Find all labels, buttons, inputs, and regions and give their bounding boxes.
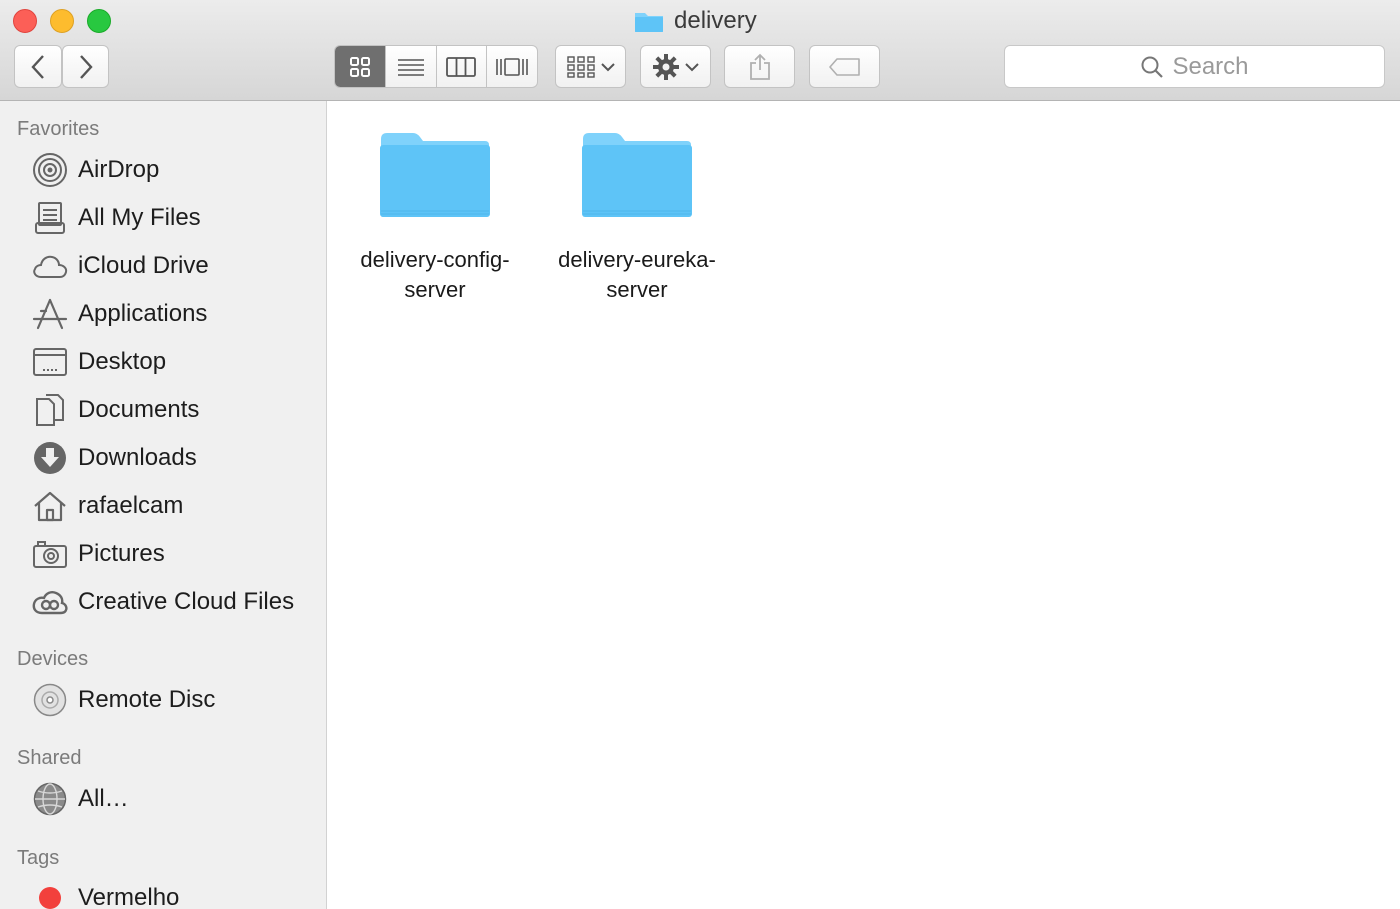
icon-grid-icon bbox=[349, 56, 370, 77]
disc-icon bbox=[30, 680, 70, 720]
folder-item-delivery-config-server[interactable]: delivery-config- server bbox=[340, 131, 530, 305]
file-name: delivery-eureka- server bbox=[558, 245, 716, 305]
chevron-down-icon bbox=[684, 62, 699, 71]
list-view-button[interactable] bbox=[386, 46, 437, 87]
file-name-line: delivery-config- bbox=[360, 247, 510, 272]
sidebar-item-label: Creative Cloud Files bbox=[78, 588, 295, 615]
share-icon bbox=[749, 53, 770, 80]
tag-icon bbox=[828, 57, 860, 76]
cover-flow-view-button[interactable] bbox=[487, 46, 537, 87]
sidebar-item-label: AirDrop bbox=[78, 156, 160, 183]
sidebar-item-label: All… bbox=[78, 785, 129, 812]
finder-window: delivery Search Favorites AirDrop All My… bbox=[0, 0, 1400, 909]
window-title-text: delivery bbox=[674, 7, 757, 34]
forward-button[interactable] bbox=[62, 45, 109, 88]
sidebar-item-all-my-files[interactable]: All My Files bbox=[30, 198, 201, 238]
back-button[interactable] bbox=[14, 45, 62, 88]
sidebar-item-label: All My Files bbox=[78, 204, 201, 231]
sidebar-item-airdrop[interactable]: AirDrop bbox=[30, 150, 159, 190]
desktop-icon bbox=[30, 342, 70, 382]
sidebar-item-tag-vermelho[interactable]: Vermelho bbox=[30, 878, 179, 909]
home-icon bbox=[30, 486, 70, 526]
maximize-window-button[interactable] bbox=[87, 9, 111, 33]
search-input[interactable]: Search bbox=[1004, 45, 1385, 88]
sidebar-item-label: Applications bbox=[78, 300, 208, 327]
sidebar-item-icloud-drive[interactable]: iCloud Drive bbox=[30, 246, 209, 286]
view-mode-control bbox=[334, 45, 538, 88]
chevron-left-icon bbox=[31, 54, 44, 79]
creative-cloud-icon bbox=[30, 582, 70, 622]
sidebar-section-favorites: Favorites bbox=[17, 118, 100, 140]
minimize-window-button[interactable] bbox=[50, 9, 74, 33]
file-name-line: delivery-eureka- bbox=[558, 247, 716, 272]
toolbar: delivery Search bbox=[0, 0, 1400, 101]
sidebar-item-label: Downloads bbox=[78, 444, 197, 471]
sidebar-item-label: Documents bbox=[78, 396, 200, 423]
file-browser-content: delivery-config- server delivery-eureka-… bbox=[328, 101, 1400, 909]
gear-icon bbox=[652, 53, 679, 80]
file-name-line: server bbox=[404, 277, 466, 302]
edit-tags-button[interactable] bbox=[809, 45, 880, 88]
action-button[interactable] bbox=[640, 45, 711, 88]
sidebar-section-devices: Devices bbox=[17, 648, 89, 670]
file-name: delivery-config- server bbox=[360, 245, 509, 305]
folder-icon bbox=[582, 133, 692, 217]
sidebar-item-label: Pictures bbox=[78, 540, 165, 567]
downloads-icon bbox=[30, 438, 70, 478]
search-icon bbox=[1141, 56, 1164, 78]
camera-icon bbox=[30, 534, 70, 574]
sidebar-item-label: Vermelho bbox=[78, 884, 180, 909]
folder-icon bbox=[380, 133, 490, 217]
sidebar-item-downloads[interactable]: Downloads bbox=[30, 438, 197, 478]
applications-icon bbox=[30, 294, 70, 334]
file-name-line: server bbox=[606, 277, 668, 302]
share-button[interactable] bbox=[724, 45, 795, 88]
all-files-icon bbox=[30, 198, 70, 238]
sidebar-item-applications[interactable]: Applications bbox=[30, 294, 207, 334]
folder-item-delivery-eureka-server[interactable]: delivery-eureka- server bbox=[542, 131, 732, 305]
columns-icon bbox=[446, 56, 477, 77]
tag-color-dot-icon bbox=[30, 878, 70, 909]
sidebar-item-label: iCloud Drive bbox=[78, 252, 209, 279]
column-view-button[interactable] bbox=[437, 46, 488, 87]
window-title: delivery bbox=[634, 6, 757, 36]
close-window-button[interactable] bbox=[13, 9, 37, 33]
icon-view-button[interactable] bbox=[335, 46, 386, 87]
sidebar-item-label: Desktop bbox=[78, 348, 167, 375]
chevron-right-icon bbox=[79, 54, 93, 79]
sidebar-section-tags: Tags bbox=[17, 847, 60, 869]
search-placeholder: Search bbox=[1172, 52, 1249, 80]
network-globe-icon bbox=[30, 779, 70, 819]
airdrop-icon bbox=[30, 150, 70, 190]
list-icon bbox=[397, 58, 424, 76]
sidebar-item-remote-disc[interactable]: Remote Disc bbox=[30, 680, 215, 720]
sidebar-item-label: Remote Disc bbox=[78, 686, 216, 713]
folder-icon bbox=[635, 13, 663, 32]
chevron-down-icon bbox=[600, 62, 615, 71]
sidebar-section-shared: Shared bbox=[17, 747, 82, 769]
cloud-icon bbox=[30, 246, 70, 286]
arrange-grid-icon bbox=[566, 55, 595, 78]
cover-flow-icon bbox=[496, 57, 528, 76]
sidebar-item-pictures[interactable]: Pictures bbox=[30, 534, 165, 574]
sidebar-item-documents[interactable]: Documents bbox=[30, 390, 199, 430]
sidebar-item-creative-cloud-files[interactable]: Creative Cloud Files bbox=[30, 582, 294, 622]
sidebar-item-label: rafaelcam bbox=[78, 492, 184, 519]
sidebar-item-home[interactable]: rafaelcam bbox=[30, 486, 183, 526]
documents-icon bbox=[30, 390, 70, 430]
sidebar-item-desktop[interactable]: Desktop bbox=[30, 342, 166, 382]
sidebar: Favorites AirDrop All My Files iCloud Dr… bbox=[0, 101, 327, 909]
sidebar-item-shared-all[interactable]: All… bbox=[30, 779, 129, 819]
arrange-button[interactable] bbox=[555, 45, 626, 88]
